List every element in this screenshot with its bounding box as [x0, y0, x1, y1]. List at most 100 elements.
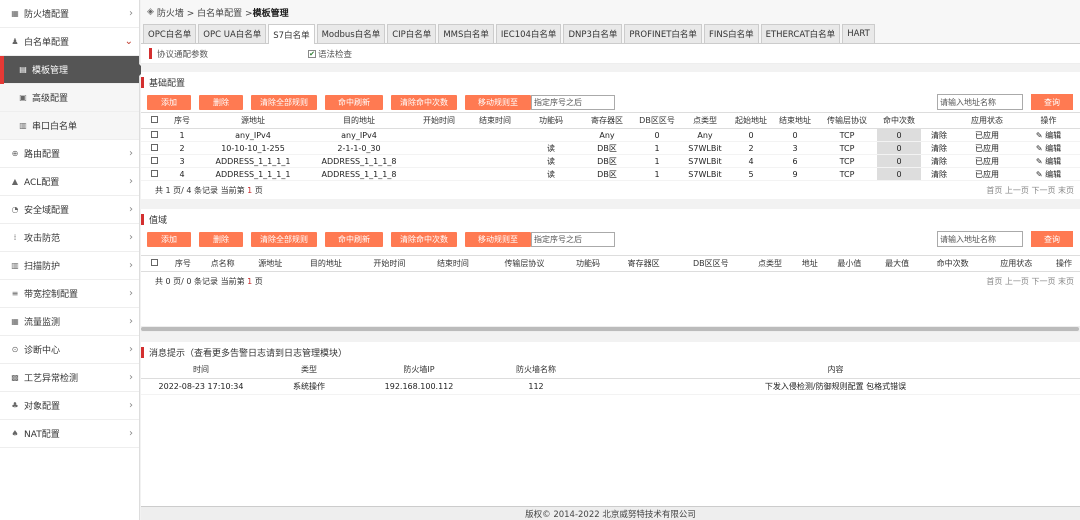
- sidebar-item[interactable]: ♠ NAT配置 ›: [0, 420, 139, 448]
- basic-button[interactable]: 移动规则至: [465, 94, 531, 110]
- edit-label[interactable]: 编辑: [1045, 157, 1061, 166]
- edit-link[interactable]: ✎ 编辑: [1017, 167, 1080, 181]
- sidebar-item[interactable]: ◔ 安全域配置 ›: [0, 196, 139, 224]
- clear-link[interactable]: 清除: [921, 128, 957, 142]
- sidebar-item[interactable]: ⊕ 路由配置 ›: [0, 140, 139, 168]
- sidebar-item[interactable]: ▦ 流量监测 ›: [0, 308, 139, 336]
- edit-label[interactable]: 编辑: [1045, 144, 1061, 153]
- serial-icon: ▥: [19, 121, 27, 130]
- protocol-tab[interactable]: HART: [842, 24, 875, 43]
- basic-button[interactable]: 添加: [147, 94, 191, 110]
- scrollbar-thumb[interactable]: [141, 327, 1079, 331]
- clear-link[interactable]: 清除: [921, 154, 957, 168]
- range-position-input[interactable]: 指定序号之后: [531, 231, 615, 247]
- edit-label[interactable]: 编辑: [1045, 170, 1061, 179]
- basic-button[interactable]: 命中刷新: [325, 94, 383, 110]
- sidebar-item[interactable]: ▦ 防火墙配置 ›: [0, 0, 139, 28]
- clear-link[interactable]: 清除: [921, 141, 957, 155]
- table-cell: 4: [167, 167, 197, 181]
- table-cell: S7WLBit: [681, 154, 729, 168]
- traffic-monitor-icon: ▦: [11, 317, 19, 326]
- column-header: 源地址: [246, 255, 295, 272]
- sidebar-item[interactable]: ♣ 对象配置 ›: [0, 392, 139, 420]
- row-checkbox-box[interactable]: [150, 143, 158, 151]
- protocol-tab[interactable]: S7白名单: [268, 24, 315, 44]
- protocol-tab[interactable]: CIP白名单: [387, 24, 437, 43]
- table-cell: any_IPv4: [309, 128, 409, 142]
- edit-link[interactable]: ✎ 编辑: [1017, 128, 1080, 142]
- range-button[interactable]: 命中刷新: [325, 231, 383, 247]
- sidebar-item[interactable]: ⊙ 诊断中心 ›: [0, 336, 139, 364]
- table-cell: 读: [521, 154, 581, 168]
- table-cell: 3: [773, 141, 817, 155]
- protocol-tab[interactable]: OPC UA白名单: [198, 24, 267, 43]
- protocol-tab[interactable]: DNP3白名单: [563, 24, 623, 43]
- row-checkbox[interactable]: [141, 128, 167, 142]
- select-all-checkbox[interactable]: [141, 112, 167, 129]
- range-pager-nav[interactable]: 首页 上一页 下一页 末页: [986, 276, 1074, 287]
- basic-pager-nav[interactable]: 首页 上一页 下一页 末页: [986, 185, 1074, 196]
- edit-label[interactable]: 编辑: [1045, 131, 1061, 140]
- syntax-check-checkbox[interactable]: ✔: [308, 49, 317, 58]
- sidebar-item[interactable]: ⁞ 攻击防范 ›: [0, 224, 139, 252]
- basic-position-input[interactable]: 指定序号之后: [531, 94, 615, 110]
- sidebar-item[interactable]: ▤ 模板管理: [0, 56, 145, 84]
- range-button[interactable]: 移动规则至: [465, 231, 531, 247]
- row-checkbox[interactable]: [141, 154, 167, 168]
- sidebar-item[interactable]: ▩ 工艺异常检测 ›: [0, 364, 139, 392]
- column-header: 命中次数: [920, 255, 985, 272]
- protocol-tab[interactable]: FINS白名单: [703, 24, 759, 43]
- syntax-check[interactable]: ✔ 语法检查: [308, 48, 352, 60]
- edit-icon[interactable]: ✎: [1036, 131, 1045, 140]
- row-checkbox[interactable]: [141, 141, 167, 155]
- column-header: 地址: [793, 255, 826, 272]
- column-header: 类型: [261, 362, 357, 379]
- protocol-tab[interactable]: MMS白名单: [438, 24, 494, 43]
- range-search-input[interactable]: 请输入地址名称: [937, 231, 1023, 247]
- edit-icon[interactable]: ✎: [1036, 144, 1045, 153]
- row-checkbox-box[interactable]: [150, 130, 158, 138]
- row-checkbox-box[interactable]: [150, 169, 158, 177]
- protocol-tabs: OPC白名单 OPC UA白名单 S7白名单 Modbus白名单 CIP白名单 MMS白名…: [141, 24, 1080, 44]
- column-header: 命中次数: [877, 112, 921, 129]
- breadcrumb-path[interactable]: 防火墙 > 白名单配置 >: [157, 6, 253, 19]
- sidebar-item[interactable]: ▥ 串口白名单: [0, 112, 139, 140]
- protocol-tab[interactable]: OPC白名单: [143, 24, 197, 43]
- protocol-tab[interactable]: ETHERCAT白名单: [760, 24, 841, 43]
- edit-link[interactable]: ✎ 编辑: [1017, 154, 1080, 168]
- sidebar-item[interactable]: ♟ 白名单配置 ⌄: [0, 28, 139, 56]
- select-all-checkbox-box[interactable]: [150, 116, 158, 123]
- status-badge: 已应用: [957, 128, 1017, 142]
- protocol-tab[interactable]: PROFINET白名单: [624, 24, 702, 43]
- basic-button[interactable]: 清除全部规则: [251, 94, 317, 110]
- range-button[interactable]: 清除命中次数: [391, 231, 457, 247]
- sidebar-item-label: 攻击防范: [24, 234, 61, 244]
- edit-icon[interactable]: ✎: [1036, 157, 1045, 166]
- range-button[interactable]: 清除全部规则: [251, 231, 317, 247]
- sidebar-item[interactable]: ≡ 带宽控制配置 ›: [0, 280, 139, 308]
- select-all-checkbox[interactable]: [141, 255, 167, 272]
- range-search-button[interactable]: 查询: [1031, 231, 1073, 247]
- edit-link[interactable]: ✎ 编辑: [1017, 141, 1080, 155]
- table-cell: ADDRESS_1_1_1_1: [197, 167, 309, 181]
- basic-pager: 共 1 页/ 4 条记录 当前第 1 页 首页 上一页 下一页 末页: [141, 181, 1080, 199]
- protocol-tab[interactable]: Modbus白名单: [316, 24, 386, 43]
- range-button[interactable]: 删除: [199, 231, 243, 247]
- table-cell: DB区: [581, 167, 633, 181]
- sidebar-item[interactable]: ▥ 扫描防护 ›: [0, 252, 139, 280]
- range-button[interactable]: 添加: [147, 231, 191, 247]
- basic-search-input[interactable]: 请输入地址名称: [937, 94, 1023, 110]
- basic-button[interactable]: 清除命中次数: [391, 94, 457, 110]
- row-checkbox[interactable]: [141, 167, 167, 181]
- row-checkbox-box[interactable]: [150, 156, 158, 164]
- select-all-checkbox-box[interactable]: [150, 259, 158, 266]
- protocol-tab[interactable]: IEC104白名单: [495, 24, 562, 43]
- horizontal-scrollbar[interactable]: [141, 326, 1080, 332]
- sidebar-item[interactable]: ▲ ACL配置 ›: [0, 168, 139, 196]
- basic-search-button[interactable]: 查询: [1031, 94, 1073, 110]
- sidebar-item-label: 防火墙配置: [24, 10, 70, 20]
- clear-link[interactable]: 清除: [921, 167, 957, 181]
- sidebar-item[interactable]: ▣ 高级配置: [0, 84, 139, 112]
- edit-icon[interactable]: ✎: [1036, 170, 1045, 179]
- basic-button[interactable]: 删除: [199, 94, 243, 110]
